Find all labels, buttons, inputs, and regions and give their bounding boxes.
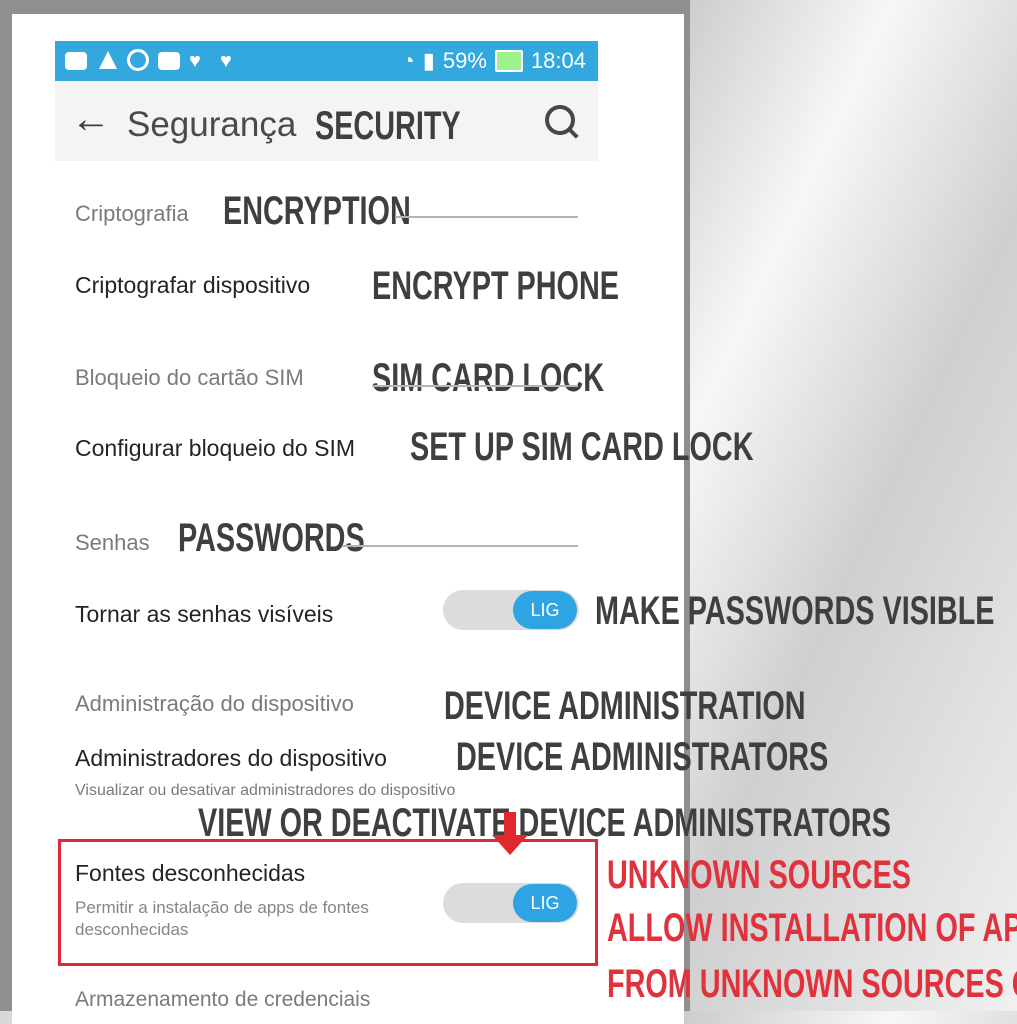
status-right: ◔ ▮ 59% 18:04	[401, 48, 586, 74]
notification-icon	[96, 49, 120, 73]
toggle-thumb: LIG	[513, 591, 577, 629]
section-title-sim: Bloqueio do cartão SIM	[75, 365, 304, 390]
status-time: 18:04	[530, 48, 586, 73]
encrypt-phone-overlay: ENCRYPT PHONE	[372, 264, 619, 308]
password-visible-label[interactable]: Tornar as senhas visíveis	[75, 601, 333, 628]
security-overlay: SECURITY	[315, 104, 461, 148]
back-arrow-icon[interactable]: ←	[71, 99, 111, 139]
section-divider	[342, 545, 578, 547]
section-overlay-passwords: PASSWORDS	[178, 516, 365, 560]
section-divider	[372, 385, 578, 387]
device-admins-overlay: DEVICE ADMINISTRATORS	[456, 735, 829, 779]
message-icon	[65, 49, 89, 73]
encrypt-phone-label[interactable]: Criptografar dispositivo	[75, 272, 310, 299]
device-admins-subtitle: Visualizar ou desativar administradores …	[75, 782, 456, 799]
unknown-sources-overlay-3: FROM UNKNOWN SOURCES ON	[607, 962, 1017, 1006]
gallery-icon	[158, 49, 182, 73]
credential-storage-label: Armazenamento de credenciais	[75, 988, 371, 1011]
section-title-encryption: Criptografia	[75, 201, 189, 226]
section-overlay-device-admin: DEVICE ADMINISTRATION	[444, 684, 806, 728]
section-divider	[395, 216, 578, 218]
password-visible-overlay: MAKE PASSWORDS VISIBLE	[595, 589, 995, 633]
device-admins-label[interactable]: Administradores do dispositivo	[75, 745, 387, 772]
sim-lock-overlay: SET UP SIM CARD LOCK	[410, 425, 754, 469]
section-overlay-sim: SIM CARD LOCK	[372, 356, 604, 400]
twitter-icon: ♥	[220, 50, 232, 72]
sim-lock-label[interactable]: Configurar bloqueio do SIM	[75, 435, 355, 462]
red-arrow-icon	[492, 812, 528, 855]
battery-percent: 59%	[442, 48, 487, 73]
section-title-device-admin: Administração do dispositivo	[75, 691, 354, 716]
twitter-icon: ♥	[189, 50, 201, 72]
battery-icon	[494, 50, 523, 72]
toggle-thumb: LIG	[513, 884, 577, 922]
section-overlay-encryption: ENCRYPTION	[223, 189, 411, 233]
status-bar: ♥ ♥ ◔ ▮ 59% 18:04	[55, 41, 598, 81]
signal-icon: ▮	[422, 48, 435, 73]
status-icons: ♥ ♥	[65, 49, 244, 73]
search-icon[interactable]	[545, 105, 575, 135]
unknown-sources-overlay-2: ALLOW INSTALLATION OF APPS	[607, 906, 1017, 950]
wifi-icon: ◔	[401, 48, 415, 73]
unknown-sources-toggle[interactable]: LIG	[443, 883, 579, 923]
unknown-sources-overlay-1: UNKNOWN SOURCES	[607, 853, 912, 897]
unknown-sources-label[interactable]: Fontes desconhecidas	[75, 860, 305, 887]
page-title: Segurança	[127, 105, 297, 144]
password-visible-toggle[interactable]: LIG	[443, 590, 579, 630]
section-title-passwords: Senhas	[75, 530, 150, 555]
unknown-sources-subtitle: Permitir a instalação de apps de fontes …	[75, 898, 369, 939]
whatsapp-icon	[127, 49, 151, 73]
